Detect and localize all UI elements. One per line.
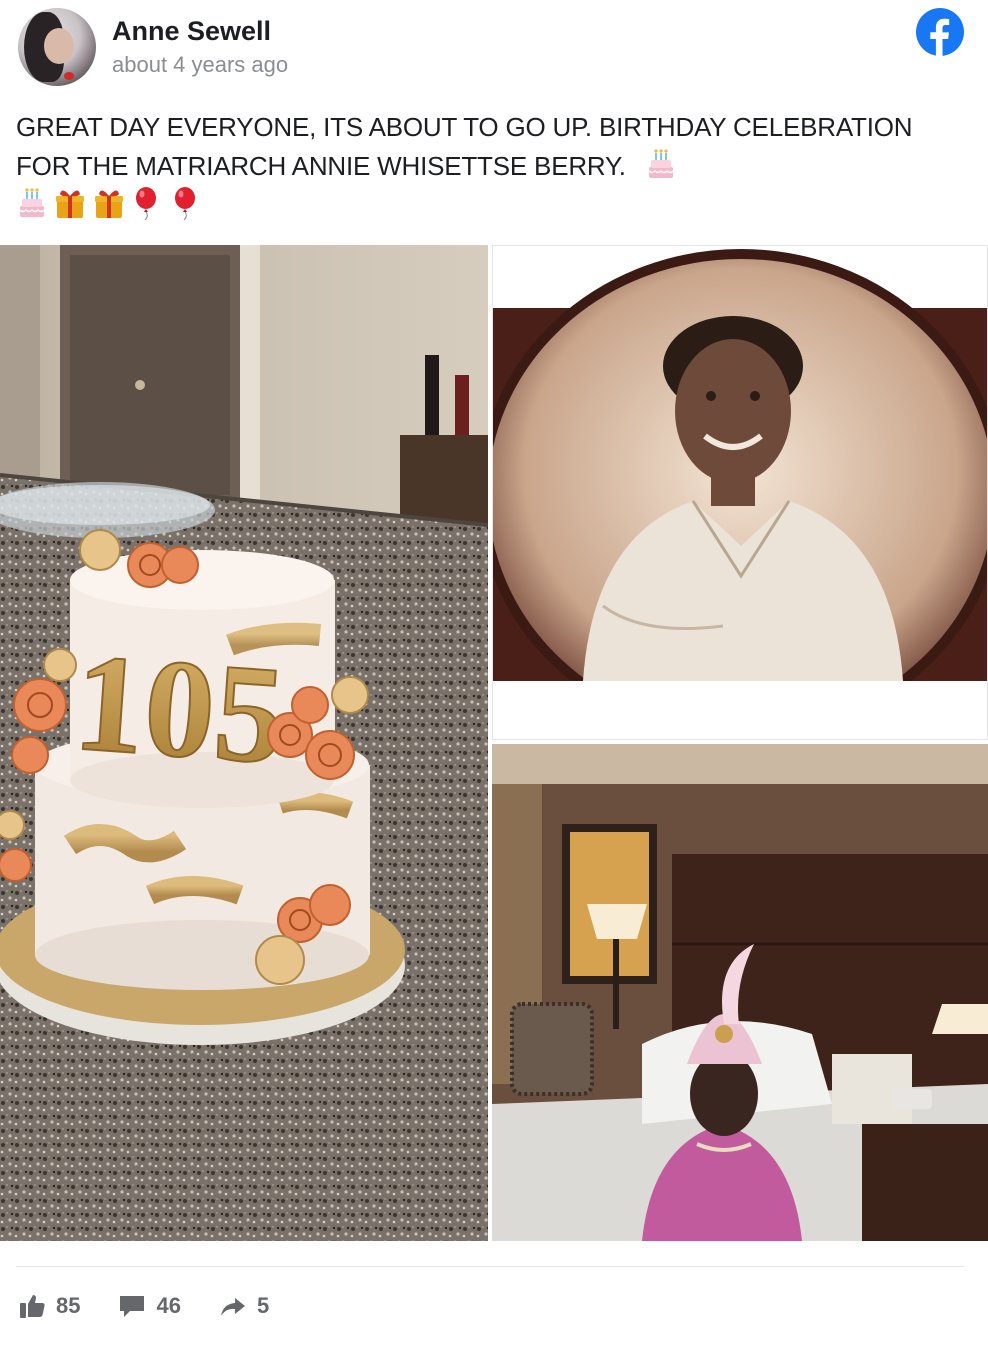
birthday-cake-icon — [19, 188, 45, 217]
birthday-cake-icon — [648, 149, 674, 178]
comment-icon — [120, 1296, 145, 1317]
wrapped-gift-icon — [94, 190, 123, 218]
hotel-room-image — [492, 744, 988, 1241]
author-avatar[interactable] — [18, 8, 96, 86]
facebook-icon[interactable] — [916, 8, 964, 56]
comment-count: 46 — [156, 1293, 181, 1318]
red-balloon-icon — [174, 187, 195, 220]
red-balloon-icon — [136, 187, 157, 220]
share-icon — [220, 1298, 245, 1316]
birthday-cake-image: 105 — [0, 245, 488, 1241]
comment-action[interactable]: 46 — [118, 1292, 181, 1320]
photo-vintage-portrait[interactable] — [492, 245, 988, 740]
photo-birthday-cake[interactable]: 105 — [0, 245, 488, 1241]
like-action[interactable]: 85 — [18, 1292, 80, 1320]
post-timestamp[interactable]: about 4 years ago — [112, 52, 288, 78]
wrapped-gift-icon — [56, 190, 85, 218]
post-body: GREAT DAY EVERYONE, ITS ABOUT TO GO UP. … — [16, 108, 946, 186]
share-count: 5 — [256, 1293, 270, 1318]
cake-number: 105 — [70, 625, 290, 794]
share-action[interactable]: 5 — [219, 1292, 269, 1320]
emoji-row — [16, 186, 204, 222]
vintage-portrait-image — [493, 246, 987, 739]
like-count: 85 — [56, 1293, 81, 1318]
thumbs-up-icon — [20, 1295, 45, 1318]
author-name[interactable]: Anne Sewell — [112, 16, 271, 47]
post-text: GREAT DAY EVERYONE, ITS ABOUT TO GO UP. … — [16, 112, 913, 181]
reactions-bar: 85 46 5 — [18, 1288, 307, 1324]
photo-hotel-room[interactable] — [492, 744, 988, 1241]
post-header: Anne Sewell about 4 years ago — [0, 0, 988, 100]
footer-divider — [16, 1266, 964, 1267]
